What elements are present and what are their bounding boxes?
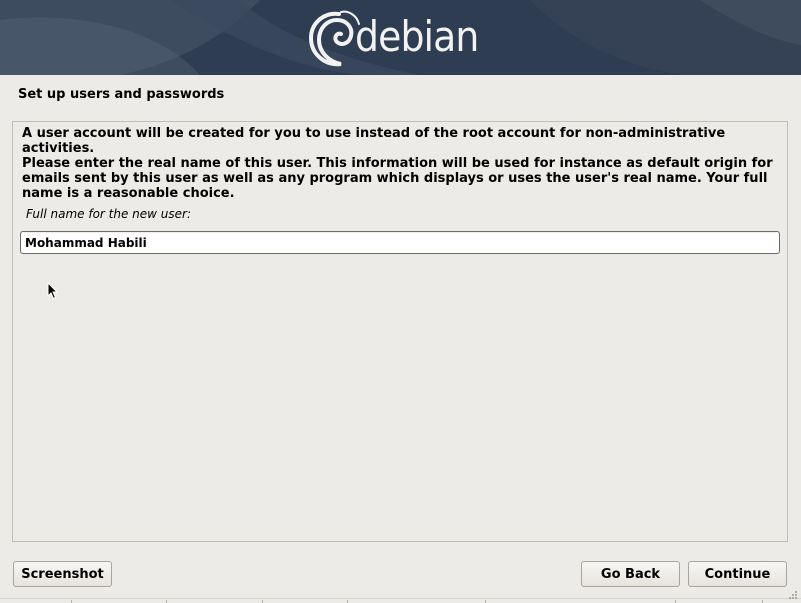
page-title: Set up users and passwords: [18, 87, 225, 102]
resize-grip-icon[interactable]: [786, 588, 798, 600]
debian-logo-text: debian: [355, 11, 479, 61]
status-strip: [0, 598, 801, 603]
intro-paragraph: A user account will be created for you t…: [22, 126, 726, 156]
go-back-button[interactable]: Go Back: [581, 561, 680, 587]
debian-swirl-icon: [308, 10, 360, 67]
content-panel: A user account will be created for you t…: [12, 121, 788, 542]
continue-button[interactable]: Continue: [688, 561, 787, 587]
screenshot-button[interactable]: Screenshot: [13, 561, 112, 587]
debian-logo: debian: [305, 4, 485, 72]
fullname-label: Full name for the new user:: [26, 207, 192, 221]
debian-banner: debian: [0, 0, 801, 75]
fullname-input[interactable]: [20, 231, 780, 254]
mouse-pointer-icon: [47, 282, 59, 300]
instructions-paragraph: Please enter the real name of this user.…: [22, 156, 773, 201]
